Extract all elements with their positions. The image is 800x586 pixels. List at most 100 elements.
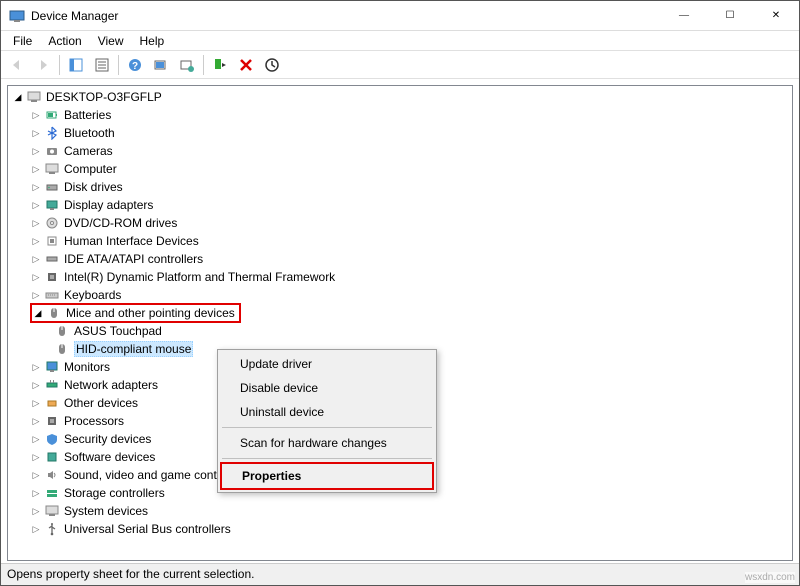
context-menu: Update driver Disable device Uninstall d…	[217, 349, 437, 493]
close-button[interactable]: ✕	[753, 1, 799, 30]
expander-icon[interactable]: ▷	[30, 163, 42, 175]
expander-icon[interactable]: ◢	[12, 91, 24, 103]
enable-device-button[interactable]	[208, 54, 232, 76]
menu-help[interactable]: Help	[132, 32, 173, 50]
context-update-driver[interactable]: Update driver	[220, 352, 434, 376]
minimize-button[interactable]: —	[661, 1, 707, 30]
expander-icon[interactable]: ▷	[30, 361, 42, 373]
scan-hardware-button[interactable]	[260, 54, 284, 76]
computer-icon	[44, 161, 60, 177]
maximize-button[interactable]: ☐	[707, 1, 753, 30]
properties-toolbar-button[interactable]	[90, 54, 114, 76]
tree-node-computer[interactable]: ▷Computer	[10, 160, 790, 178]
monitor-icon	[44, 359, 60, 375]
keyboard-icon	[44, 287, 60, 303]
tree-node-ide[interactable]: ▷IDE ATA/ATAPI controllers	[10, 250, 790, 268]
root-label: DESKTOP-O3FGFLP	[46, 90, 162, 104]
expander-icon[interactable]: ▷	[30, 235, 42, 247]
tree-node-cameras[interactable]: ▷Cameras	[10, 142, 790, 160]
hid-icon	[44, 233, 60, 249]
menubar: File Action View Help	[1, 31, 799, 51]
tree-node-batteries[interactable]: ▷Batteries	[10, 106, 790, 124]
window-title: Device Manager	[31, 9, 661, 23]
expander-icon[interactable]: ▷	[30, 487, 42, 499]
mouse-icon	[54, 323, 70, 339]
window-controls: — ☐ ✕	[661, 1, 799, 30]
expander-icon[interactable]: ▷	[30, 505, 42, 517]
tree-node-hid[interactable]: ▷Human Interface Devices	[10, 232, 790, 250]
context-scan-hardware[interactable]: Scan for hardware changes	[220, 431, 434, 455]
computer-icon	[26, 89, 42, 105]
tree-node-display-adapters[interactable]: ▷Display adapters	[10, 196, 790, 214]
toolbar-separator	[118, 55, 119, 75]
ide-icon	[44, 251, 60, 267]
tree-node-system[interactable]: ▷System devices	[10, 502, 790, 520]
storage-icon	[44, 485, 60, 501]
context-separator	[222, 458, 432, 459]
expander-icon[interactable]: ▷	[30, 523, 42, 535]
tree-node-dvd[interactable]: ▷DVD/CD-ROM drives	[10, 214, 790, 232]
app-icon	[9, 8, 25, 24]
expander-icon[interactable]: ▷	[30, 109, 42, 121]
expander-icon[interactable]: ▷	[30, 397, 42, 409]
tree-node-usb[interactable]: ▷Universal Serial Bus controllers	[10, 520, 790, 538]
expander-icon[interactable]: ▷	[30, 253, 42, 265]
bluetooth-icon	[44, 125, 60, 141]
menu-view[interactable]: View	[90, 32, 132, 50]
tree-node-intel[interactable]: ▷Intel(R) Dynamic Platform and Thermal F…	[10, 268, 790, 286]
help-toolbar-button[interactable]: ?	[123, 54, 147, 76]
expander-icon[interactable]: ▷	[30, 217, 42, 229]
toolbar: ?	[1, 51, 799, 79]
other-icon	[44, 395, 60, 411]
tree-root[interactable]: ◢ DESKTOP-O3FGFLP	[10, 88, 790, 106]
watermark: wsxdn.com	[745, 572, 795, 583]
tree-node-mice[interactable]: ◢ Mice and other pointing devices	[8, 304, 790, 322]
back-button[interactable]	[5, 54, 29, 76]
expander-icon[interactable]: ▷	[30, 379, 42, 391]
expander-icon[interactable]: ◢	[32, 307, 44, 319]
context-uninstall-device[interactable]: Uninstall device	[220, 400, 434, 424]
expander-icon[interactable]: ▷	[30, 127, 42, 139]
show-hide-console-button[interactable]	[64, 54, 88, 76]
update-driver-toolbar-button[interactable]	[175, 54, 199, 76]
dvd-icon	[44, 215, 60, 231]
context-properties[interactable]: Properties	[222, 464, 432, 488]
battery-icon	[44, 107, 60, 123]
uninstall-device-button[interactable]	[234, 54, 258, 76]
expander-icon[interactable]: ▷	[30, 271, 42, 283]
expander-icon[interactable]: ▷	[30, 145, 42, 157]
display-icon	[44, 197, 60, 213]
context-disable-device[interactable]: Disable device	[220, 376, 434, 400]
toolbar-separator	[203, 55, 204, 75]
scan-toolbar-button[interactable]	[149, 54, 173, 76]
security-icon	[44, 431, 60, 447]
titlebar: Device Manager — ☐ ✕	[1, 1, 799, 31]
disk-icon	[44, 179, 60, 195]
expander-icon[interactable]: ▷	[30, 415, 42, 427]
context-separator	[222, 427, 432, 428]
tree-node-asus-touchpad[interactable]: ASUS Touchpad	[10, 322, 790, 340]
system-icon	[44, 503, 60, 519]
tree-node-disk-drives[interactable]: ▷Disk drives	[10, 178, 790, 196]
expander-icon[interactable]: ▷	[30, 181, 42, 193]
mouse-icon	[54, 341, 70, 357]
camera-icon	[44, 143, 60, 159]
processor-icon	[44, 413, 60, 429]
expander-icon[interactable]: ▷	[30, 289, 42, 301]
mice-label: Mice and other pointing devices	[66, 306, 235, 320]
software-icon	[44, 449, 60, 465]
tree-node-keyboards[interactable]: ▷Keyboards	[10, 286, 790, 304]
expander-icon[interactable]: ▷	[30, 469, 42, 481]
statusbar-text: Opens property sheet for the current sel…	[7, 567, 254, 581]
expander-icon[interactable]: ▷	[30, 433, 42, 445]
network-icon	[44, 377, 60, 393]
forward-button[interactable]	[31, 54, 55, 76]
menu-action[interactable]: Action	[40, 32, 89, 50]
statusbar: Opens property sheet for the current sel…	[1, 563, 799, 585]
toolbar-separator	[59, 55, 60, 75]
tree-node-bluetooth[interactable]: ▷Bluetooth	[10, 124, 790, 142]
expander-icon[interactable]: ▷	[30, 451, 42, 463]
menu-file[interactable]: File	[5, 32, 40, 50]
expander-icon[interactable]: ▷	[30, 199, 42, 211]
svg-text:?: ?	[132, 61, 138, 72]
